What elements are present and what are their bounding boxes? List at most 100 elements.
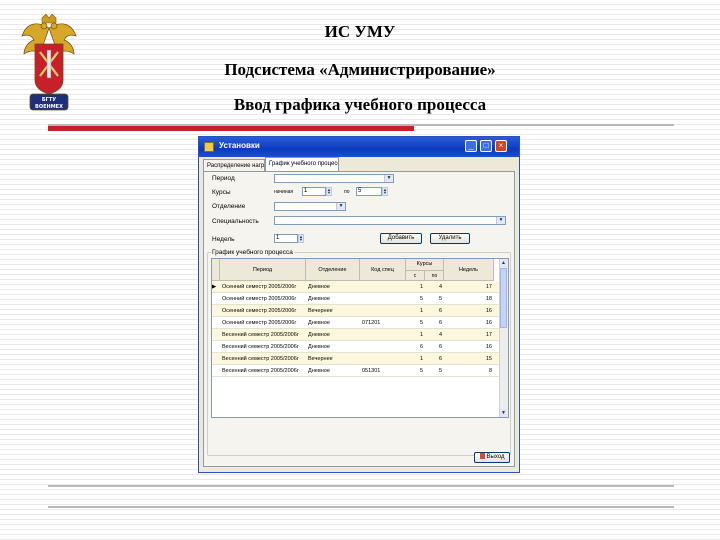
table-row[interactable]: Весенний семестр 2005/2006г Дневное 051301… xyxy=(212,365,502,377)
university-logo: БГТУ ВОЕНМЕХ xyxy=(20,13,78,114)
chevron-down-icon[interactable]: ▼ xyxy=(336,203,345,210)
tab-panel: Период ▼ Курсы начиная 1 ▲ ▼ по 5 ▲ ▼ Отде… xyxy=(203,171,515,467)
table-row[interactable]: Весенний семестр 2005/2006г Дневное 1 4 17 xyxy=(212,329,502,341)
exit-button[interactable]: Выход xyxy=(474,452,510,463)
exit-icon xyxy=(479,453,485,460)
period-select[interactable]: ▼ xyxy=(274,174,394,183)
table-row[interactable]: Весенний семестр 2005/2006г Вечернее 1 6 15 xyxy=(212,353,502,365)
maximize-button[interactable]: □ xyxy=(480,140,492,152)
chevron-down-icon[interactable]: ▼ xyxy=(384,175,393,182)
settings-window: Установки _ □ × Распределение нагрузки Г… xyxy=(198,136,520,473)
cell-course-to: 6 xyxy=(438,320,442,326)
minimize-button[interactable]: _ xyxy=(465,140,477,152)
cell-course-from: 6 xyxy=(419,344,423,350)
scroll-up-icon[interactable]: ▲ xyxy=(500,259,507,267)
cell-department: Дневное xyxy=(308,332,330,338)
scroll-down-icon[interactable]: ▼ xyxy=(500,409,507,417)
cell-course-from: 5 xyxy=(419,296,423,302)
tab-load-distribution[interactable]: Распределение нагрузки xyxy=(203,159,265,171)
top-divider xyxy=(48,124,674,126)
row-marker xyxy=(212,317,220,329)
row-marker xyxy=(212,293,220,305)
course-from-stepper[interactable]: ▲ ▼ xyxy=(326,187,332,196)
course-to-stepper[interactable]: ▲ ▼ xyxy=(382,187,388,196)
cell-department: Дневное xyxy=(308,344,330,350)
column-weeks[interactable]: Недель xyxy=(444,259,494,281)
row-marker: ▶ xyxy=(212,284,217,290)
table-row[interactable]: ▶ Осенний семестр 2005/2006г Дневное 1 4 17 xyxy=(212,281,502,293)
cell-department: Дневное xyxy=(308,284,330,290)
bottom-divider-2 xyxy=(48,506,674,508)
cell-department: Дневное xyxy=(308,320,330,326)
cell-period: Осенний семестр 2005/2006г xyxy=(222,296,297,302)
column-spec-code[interactable]: Код спец xyxy=(360,259,406,281)
cell-weeks: 15 xyxy=(485,356,492,362)
cell-period: Осенний семестр 2005/2006г xyxy=(222,320,297,326)
vertical-scrollbar[interactable]: ▲ ▼ xyxy=(499,259,508,417)
table-row[interactable]: Весенний семестр 2005/2006г Дневное 6 6 16 xyxy=(212,341,502,353)
cell-weeks: 17 xyxy=(485,332,492,338)
row-marker xyxy=(212,341,220,353)
courses-label: Курсы xyxy=(212,189,231,196)
window-title: Установки xyxy=(219,141,260,150)
cell-weeks: 16 xyxy=(485,344,492,350)
cell-weeks: 18 xyxy=(485,296,492,302)
add-button[interactable]: Добавить xyxy=(380,233,422,244)
cell-period: Осенний семестр 2005/2006г xyxy=(222,308,297,314)
slide-title: ИС УМУ xyxy=(324,22,396,41)
table-row[interactable]: Осенний семестр 2005/2006г Дневное 5 5 18 xyxy=(212,293,502,305)
row-marker xyxy=(212,353,220,365)
exit-label: Выход xyxy=(486,454,505,460)
cell-course-to: 6 xyxy=(438,356,442,362)
cell-course-from: 5 xyxy=(419,368,423,374)
cell-department: Дневное xyxy=(308,296,330,302)
course-from-label: начиная xyxy=(274,189,294,195)
cell-department: Вечернее xyxy=(308,308,333,314)
cell-course-to: 4 xyxy=(438,284,442,290)
group-title: График учебного процесса xyxy=(211,249,294,256)
weeks-field[interactable]: 1 xyxy=(274,234,298,243)
cell-department: Вечернее xyxy=(308,356,333,362)
specialty-select[interactable]: ▼ xyxy=(274,216,506,225)
cell-weeks: 16 xyxy=(485,320,492,326)
period-label: Период xyxy=(212,175,235,182)
table-row[interactable]: Осенний семестр 2005/2006г Дневное 071201 5… xyxy=(212,317,502,329)
cell-spec-code: 051301 xyxy=(362,368,381,374)
specialty-label: Специальность xyxy=(212,218,259,225)
row-marker xyxy=(212,329,220,341)
cell-course-from: 1 xyxy=(419,284,423,290)
course-to-field[interactable]: 5 xyxy=(356,187,382,196)
tab-schedule[interactable]: График учебного процесса xyxy=(265,157,339,171)
cell-weeks: 8 xyxy=(488,368,492,374)
cell-course-to: 5 xyxy=(438,296,442,302)
cell-spec-code xyxy=(362,293,406,305)
cell-course-to: 6 xyxy=(438,308,442,314)
column-course-to: по xyxy=(425,270,444,281)
column-period[interactable]: Период xyxy=(220,259,306,281)
department-label: Отделение xyxy=(212,203,246,210)
row-header-column xyxy=(212,259,220,281)
cell-spec-code xyxy=(362,353,406,365)
slide-subtitle: Подсистема «Администрирование» xyxy=(224,60,496,79)
table-row[interactable]: Осенний семестр 2005/2006г Вечернее 1 6 16 xyxy=(212,305,502,317)
course-from-field[interactable]: 1 xyxy=(302,187,326,196)
app-icon xyxy=(204,142,214,152)
cell-period: Весенний семестр 2005/2006г xyxy=(222,356,299,362)
weeks-stepper[interactable]: ▲ ▼ xyxy=(298,234,304,243)
cell-course-from: 1 xyxy=(419,332,423,338)
cell-spec-code xyxy=(362,281,406,293)
window-titlebar[interactable]: Установки _ □ × xyxy=(199,137,519,157)
scroll-thumb[interactable] xyxy=(500,268,507,328)
close-button[interactable]: × xyxy=(495,140,507,152)
schedule-table[interactable]: Период Отделение Код спец Курсы с по Нед… xyxy=(211,258,509,418)
delete-button[interactable]: Удалить xyxy=(430,233,470,244)
cell-spec-code xyxy=(362,305,406,317)
column-department[interactable]: Отделение xyxy=(306,259,360,281)
weeks-label: Недель xyxy=(212,236,235,243)
cell-spec-code xyxy=(362,329,406,341)
cell-period: Весенний семестр 2005/2006г xyxy=(222,368,299,374)
chevron-down-icon[interactable]: ▼ xyxy=(496,217,505,224)
department-select[interactable]: ▼ xyxy=(274,202,346,211)
row-marker xyxy=(212,365,220,377)
cell-department: Дневное xyxy=(308,368,330,374)
